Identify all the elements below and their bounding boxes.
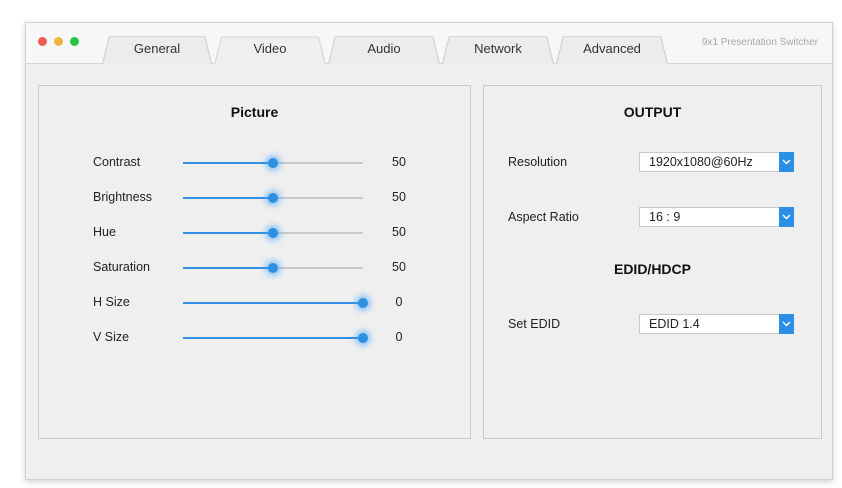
- h-size-value: 0: [395, 295, 403, 309]
- slider-fill: [183, 162, 273, 164]
- slider-thumb[interactable]: [268, 228, 278, 238]
- tab-advanced-label: Advanced: [583, 40, 641, 56]
- tab-network-label: Network: [474, 40, 522, 56]
- maximize-window-button[interactable]: [70, 37, 79, 46]
- v-size-label: V Size: [93, 330, 130, 344]
- aspect-ratio-dropdown[interactable]: 16 : 9: [639, 207, 794, 227]
- aspect-ratio-dropdown-button[interactable]: [779, 207, 794, 227]
- tab-general[interactable]: General: [102, 32, 212, 64]
- slider-thumb[interactable]: [358, 333, 368, 343]
- contrast-label: Contrast: [93, 155, 141, 169]
- slider-fill: [183, 302, 363, 304]
- saturation-slider[interactable]: [183, 261, 363, 275]
- hue-label: Hue: [93, 225, 116, 239]
- slider-thumb[interactable]: [358, 298, 368, 308]
- set-edid-value: EDID 1.4: [649, 317, 700, 331]
- picture-heading: Picture: [230, 104, 279, 120]
- slider-thumb[interactable]: [268, 263, 278, 273]
- v-size-value: 0: [395, 330, 403, 344]
- resolution-value: 1920x1080@60Hz: [649, 155, 753, 169]
- picture-panel: Picture Contrast 50 Brightness 50 Hue 50 Satur…: [38, 85, 471, 439]
- tab-video-label: Video: [253, 41, 287, 56]
- slider-fill: [183, 197, 273, 199]
- set-edid-label: Set EDID: [508, 317, 561, 331]
- resolution-dropdown-button[interactable]: [779, 152, 794, 172]
- h-size-label: H Size: [93, 295, 130, 309]
- title-bar: General Video Audio Network Advanced 9x1…: [26, 23, 832, 64]
- minimize-window-button[interactable]: [54, 37, 63, 46]
- bottom-bar: [26, 439, 832, 479]
- tab-network[interactable]: Network: [442, 32, 554, 64]
- brightness-slider[interactable]: [183, 191, 363, 205]
- h-size-slider[interactable]: [183, 296, 368, 310]
- saturation-label: Saturation: [93, 260, 150, 274]
- hue-value: 50: [392, 225, 406, 239]
- saturation-value: 50: [392, 260, 406, 274]
- hue-slider[interactable]: [183, 226, 363, 240]
- aspect-ratio-value: 16 : 9: [649, 210, 681, 224]
- v-size-slider[interactable]: [183, 331, 368, 345]
- set-edid-dropdown-button[interactable]: [779, 314, 794, 334]
- chevron-down-icon: [782, 214, 791, 220]
- tab-video[interactable]: Video: [214, 32, 326, 65]
- chevron-down-icon: [782, 321, 791, 327]
- app-title: 9x1 Presentation Switcher: [701, 37, 818, 48]
- output-panel: OUTPUT Resolution 1920x1080@60Hz Aspect …: [483, 85, 822, 439]
- brightness-value: 50: [392, 190, 406, 204]
- slider-fill: [183, 267, 273, 269]
- slider-thumb[interactable]: [268, 158, 278, 168]
- tab-audio[interactable]: Audio: [328, 32, 440, 64]
- tab-audio-label: Audio: [367, 40, 401, 56]
- contrast-slider[interactable]: [183, 156, 363, 170]
- contrast-value: 50: [392, 155, 406, 169]
- brightness-label: Brightness: [93, 190, 153, 204]
- slider-thumb[interactable]: [268, 193, 278, 203]
- edid-heading: EDID/HDCP: [613, 261, 691, 277]
- tab-general-label: General: [133, 40, 181, 56]
- output-heading: OUTPUT: [623, 104, 682, 120]
- chevron-down-icon: [782, 159, 791, 165]
- slider-fill: [183, 232, 273, 234]
- aspect-ratio-label: Aspect Ratio: [508, 210, 579, 224]
- resolution-label: Resolution: [508, 155, 568, 169]
- tab-advanced[interactable]: Advanced: [556, 32, 668, 64]
- slider-fill: [183, 337, 363, 339]
- set-edid-dropdown[interactable]: EDID 1.4: [639, 314, 794, 334]
- close-window-button[interactable]: [38, 37, 47, 46]
- resolution-dropdown[interactable]: 1920x1080@60Hz: [639, 152, 794, 172]
- app-window: General Video Audio Network Advanced 9x1…: [25, 22, 833, 480]
